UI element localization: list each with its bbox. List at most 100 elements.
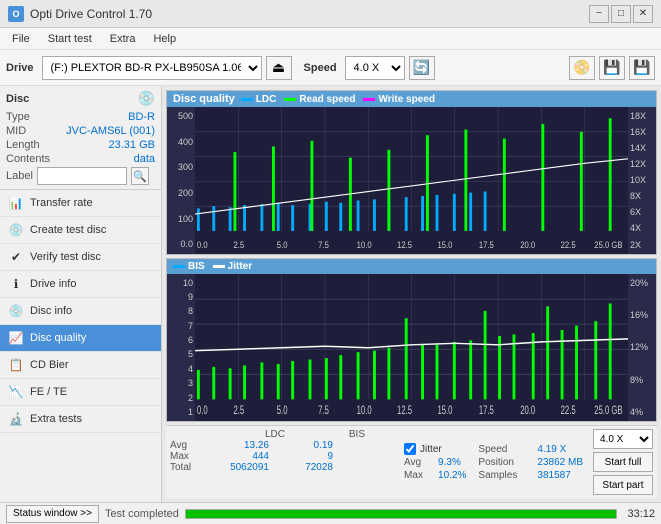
legend-writespeed: Write speed [363, 94, 435, 105]
left-panel: Disc 💿 Type BD-R MID JVC-AMS6L (001) Len… [0, 86, 162, 502]
nav-item-verify-test-disc[interactable]: ✔Verify test disc [0, 244, 161, 271]
legend-ldc-dot [241, 98, 253, 101]
status-bar: Status window >> Test completed 33:12 [0, 502, 661, 524]
disc-type-value: BD-R [128, 111, 155, 123]
total-label: Total [170, 462, 205, 473]
nav-item-disc-quality[interactable]: 📈 Disc quality [0, 325, 161, 352]
chart2-header: BIS Jitter [167, 259, 656, 274]
nav-icon-disc-info: 💿 [8, 303, 24, 319]
svg-text:12.5: 12.5 [397, 404, 412, 417]
avg-ldc: 13.26 [209, 440, 269, 451]
disc-quality-chart: Disc quality LDC Read speed Write speed [166, 90, 657, 255]
legend-readspeed-dot [284, 98, 296, 101]
eject-button[interactable]: ⏏ [266, 56, 292, 80]
max-label: Max [170, 451, 205, 462]
start-speed-select[interactable]: 4.0 X [593, 429, 653, 449]
minimize-button[interactable]: − [589, 5, 609, 23]
disc-icon: 💿 [138, 90, 155, 107]
menu-file[interactable]: File [4, 31, 38, 47]
svg-text:25.0 GB: 25.0 GB [594, 404, 622, 417]
chart1-header: Disc quality LDC Read speed Write speed [167, 91, 656, 107]
close-button[interactable]: ✕ [633, 5, 653, 23]
svg-text:17.5: 17.5 [479, 239, 494, 250]
start-btn-section: 4.0 X Start full Start part [589, 426, 657, 498]
nav-item-disc-info[interactable]: 💿Disc info [0, 298, 161, 325]
toolbar-btn-1[interactable]: 📀 [569, 56, 595, 80]
legend-bis: BIS [173, 261, 205, 272]
nav-label-extra-tests: Extra tests [30, 413, 82, 425]
chart1-area: 0.0 2.5 5.0 7.5 10.0 12.5 15.0 17.5 20.0… [195, 107, 628, 254]
total-ldc: 5062091 [209, 462, 269, 473]
position-label: Position [478, 457, 533, 468]
menu-help[interactable]: Help [145, 31, 184, 47]
nav-label-create-test-disc: Create test disc [30, 224, 106, 236]
start-full-button[interactable]: Start full [593, 452, 653, 472]
legend-ldc: LDC [241, 94, 277, 105]
refresh-button[interactable]: 🔄 [409, 56, 435, 80]
progress-bar-fill [186, 510, 617, 518]
legend-ldc-label: LDC [256, 94, 277, 105]
jitter-max-row: Max 10.2% [404, 470, 466, 481]
svg-text:10.0: 10.0 [357, 239, 372, 250]
disc-length-label: Length [6, 139, 40, 151]
nav-label-disc-quality: Disc quality [30, 332, 86, 344]
max-ldc: 444 [209, 451, 269, 462]
speed-position-section: Speed 4.19 X Position 23862 MB Samples 3… [472, 426, 589, 498]
speed-select[interactable]: 4.0 X [345, 56, 405, 80]
ldc-header: LDC [225, 429, 285, 440]
maximize-button[interactable]: □ [611, 5, 631, 23]
position-val: 23862 MB [537, 457, 583, 468]
drive-select[interactable]: (F:) PLEXTOR BD-R PX-LB950SA 1.06 [42, 56, 262, 80]
disc-contents-value: data [134, 153, 155, 165]
svg-text:15.0: 15.0 [437, 404, 452, 417]
legend-bis-dot [173, 265, 185, 268]
chart2-legend: BIS Jitter [173, 261, 252, 272]
disc-section: Disc 💿 Type BD-R MID JVC-AMS6L (001) Len… [0, 86, 161, 190]
nav-item-fe-te[interactable]: 📉FE / TE [0, 379, 161, 406]
disc-label-input[interactable] [37, 167, 127, 185]
samples-label: Samples [478, 470, 533, 481]
nav-item-extra-tests[interactable]: 🔬Extra tests [0, 406, 161, 433]
jitter-checkbox[interactable] [404, 443, 416, 455]
menu-bar: File Start test Extra Help [0, 28, 661, 50]
menu-extra[interactable]: Extra [102, 31, 144, 47]
nav-item-drive-info[interactable]: ℹ Drive info [0, 271, 161, 298]
avg-bis: 0.19 [273, 440, 333, 451]
speed-info-val: 4.19 X [537, 444, 566, 455]
legend-jitter-label: Jitter [228, 261, 252, 272]
nav-icon-disc-quality: 📈 [8, 330, 24, 346]
chart1-y-axis-right: 18X 16X 14X 12X 10X 8X 6X 4X 2X [628, 107, 656, 254]
chart2-body: 10 9 8 7 6 5 4 3 2 1 [167, 274, 656, 422]
nav-label-drive-info: Drive info [30, 278, 76, 290]
toolbar-btn-3[interactable]: 💾 [629, 56, 655, 80]
nav-icon-verify-test-disc: ✔ [8, 249, 24, 265]
toolbar-btn-2[interactable]: 💾 [599, 56, 625, 80]
chart2-y-axis: 10 9 8 7 6 5 4 3 2 1 [167, 274, 195, 422]
start-part-button[interactable]: Start part [593, 475, 653, 495]
max-row: Max 444 9 [170, 451, 394, 462]
menu-start-test[interactable]: Start test [40, 31, 100, 47]
total-bis: 72028 [273, 462, 333, 473]
jitter-avg-val: 9.3% [438, 457, 461, 468]
nav-items: 📊Transfer rate💿Create test disc✔Verify t… [0, 190, 161, 433]
legend-jitter: Jitter [213, 261, 252, 272]
nav-icon-cd-bier: 📋 [8, 357, 24, 373]
chart1-title: Disc quality [173, 93, 235, 105]
disc-type-row: Type BD-R [6, 111, 155, 123]
nav-item-create-test-disc[interactable]: 💿Create test disc [0, 217, 161, 244]
disc-label-row: Label 🔍 [6, 167, 155, 185]
avg-row: Avg 13.26 0.19 [170, 440, 394, 451]
disc-label-button[interactable]: 🔍 [131, 167, 149, 185]
bis-jitter-chart: BIS Jitter 10 9 8 7 6 5 4 3 [166, 258, 657, 423]
svg-text:12.5: 12.5 [397, 239, 412, 250]
status-window-button[interactable]: Status window >> [6, 505, 99, 523]
svg-text:17.5: 17.5 [479, 404, 494, 417]
app-title: Opti Drive Control 1.70 [30, 7, 152, 21]
svg-text:2.5: 2.5 [233, 404, 244, 417]
jitter-header: Jitter [404, 443, 466, 455]
nav-icon-drive-info: ℹ [8, 276, 24, 292]
nav-item-transfer-rate[interactable]: 📊Transfer rate [0, 190, 161, 217]
nav-item-cd-bier[interactable]: 📋CD Bier [0, 352, 161, 379]
max-bis: 9 [273, 451, 333, 462]
legend-writespeed-dot [363, 98, 375, 101]
